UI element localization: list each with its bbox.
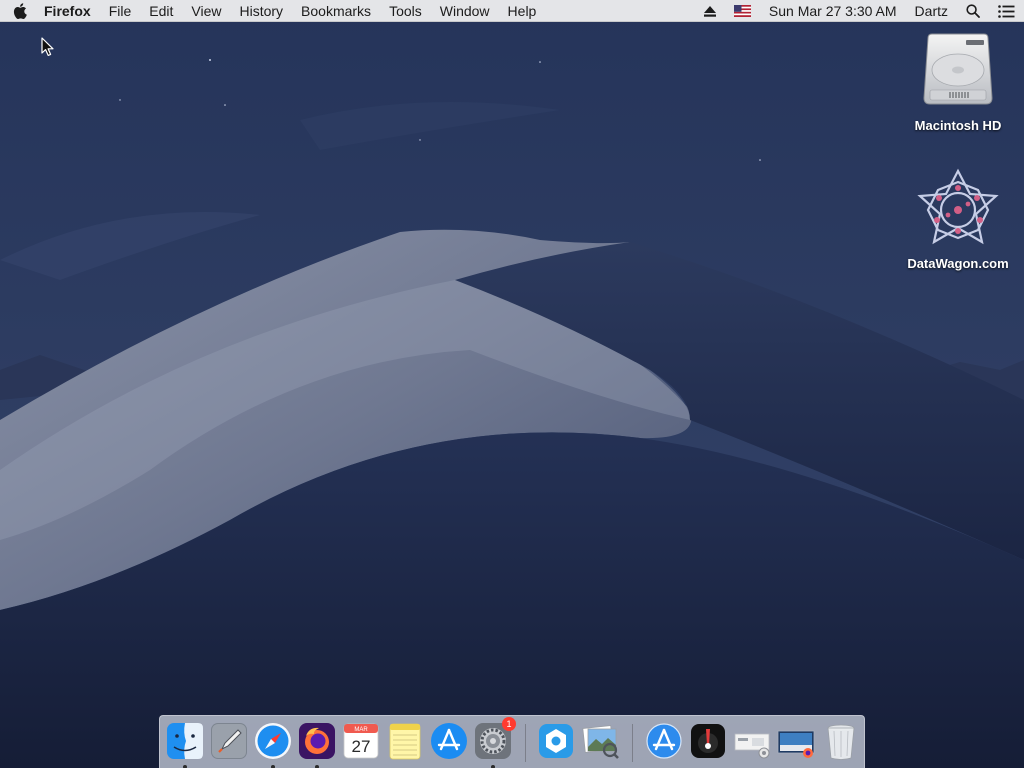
us-flag-icon [733,5,751,17]
preview-icon [582,725,619,759]
launchpad-icon [211,723,247,759]
hard-drive-icon [923,33,993,105]
spotlight-button[interactable] [957,0,989,22]
dock-separator [632,724,633,762]
eject-menu[interactable] [695,0,725,22]
calendar-month: MAR [354,727,368,733]
dock-item-preview[interactable] [580,721,620,761]
dock-item-applications[interactable] [644,721,684,761]
dock-item-notes[interactable] [385,721,425,761]
desktop[interactable] [0,0,1024,768]
desktop-icon-label: DataWagon.com [907,256,1009,271]
dock-item-downloads[interactable] [776,721,816,761]
notification-center-button[interactable] [989,0,1024,22]
dock-item-documents[interactable] [732,721,772,761]
menu-tools[interactable]: Tools [380,0,431,22]
documents-stack-icon [734,733,770,759]
datawagon-icon [917,168,999,245]
eject-icon [703,5,716,17]
downloads-stack-icon [777,730,815,758]
notification-badge: 1 [502,717,516,731]
dock-item-finder[interactable] [165,721,205,768]
input-source-menu[interactable] [725,0,760,22]
menu-clock[interactable]: Sun Mar 27 3:30 AM [760,0,906,22]
notes-icon [389,723,421,760]
desktop-icon-datawagon[interactable]: DataWagon.com [898,168,1018,271]
applications-folder-icon [646,723,682,759]
menu-bar-status-area: Sun Mar 27 3:30 AM Dartz [695,0,1024,22]
menu-edit[interactable]: Edit [140,0,182,22]
dock: MAR 27 1 [159,715,865,768]
dock-item-instruments[interactable] [688,721,728,761]
menu-bar: Firefox File Edit View History Bookmarks… [0,0,1024,22]
wallpaper [0,0,1024,768]
dock-item-trash[interactable] [821,721,861,761]
finder-icon [167,723,203,759]
dock-separator [525,724,526,762]
dock-item-system-preferences[interactable]: 1 [473,717,516,768]
desktop-icon-label: Macintosh HD [914,118,1002,133]
firefox-icon [299,723,335,759]
menu-window[interactable]: Window [431,0,499,22]
menu-app-name[interactable]: Firefox [40,0,100,22]
list-icon [998,4,1015,18]
menu-bookmarks[interactable]: Bookmarks [292,0,380,22]
app-store-icon [431,723,467,759]
instruments-icon [691,724,725,758]
menu-view[interactable]: View [182,0,230,22]
dock-item-safari[interactable] [253,721,293,768]
self-service-icon [539,724,573,758]
dock-item-self-service[interactable] [536,721,576,761]
apple-icon [13,2,27,19]
dock-item-calendar[interactable]: MAR 27 [341,721,381,761]
menu-help[interactable]: Help [499,0,546,22]
safari-icon [255,723,291,759]
apple-menu[interactable] [0,0,40,22]
dock-item-launchpad[interactable] [209,721,249,761]
search-icon [966,4,980,18]
dock-item-firefox[interactable] [297,721,337,768]
desktop-icon-macintosh-hd[interactable]: Macintosh HD [898,32,1018,133]
user-menu[interactable]: Dartz [906,0,957,22]
menu-history[interactable]: History [230,0,292,22]
mouse-pointer-icon [41,37,54,56]
calendar-day: 27 [352,737,371,756]
calendar-icon: MAR 27 [343,723,379,759]
trash-icon [827,724,855,760]
dock-item-app-store[interactable] [429,721,469,761]
menu-file[interactable]: File [100,0,141,22]
